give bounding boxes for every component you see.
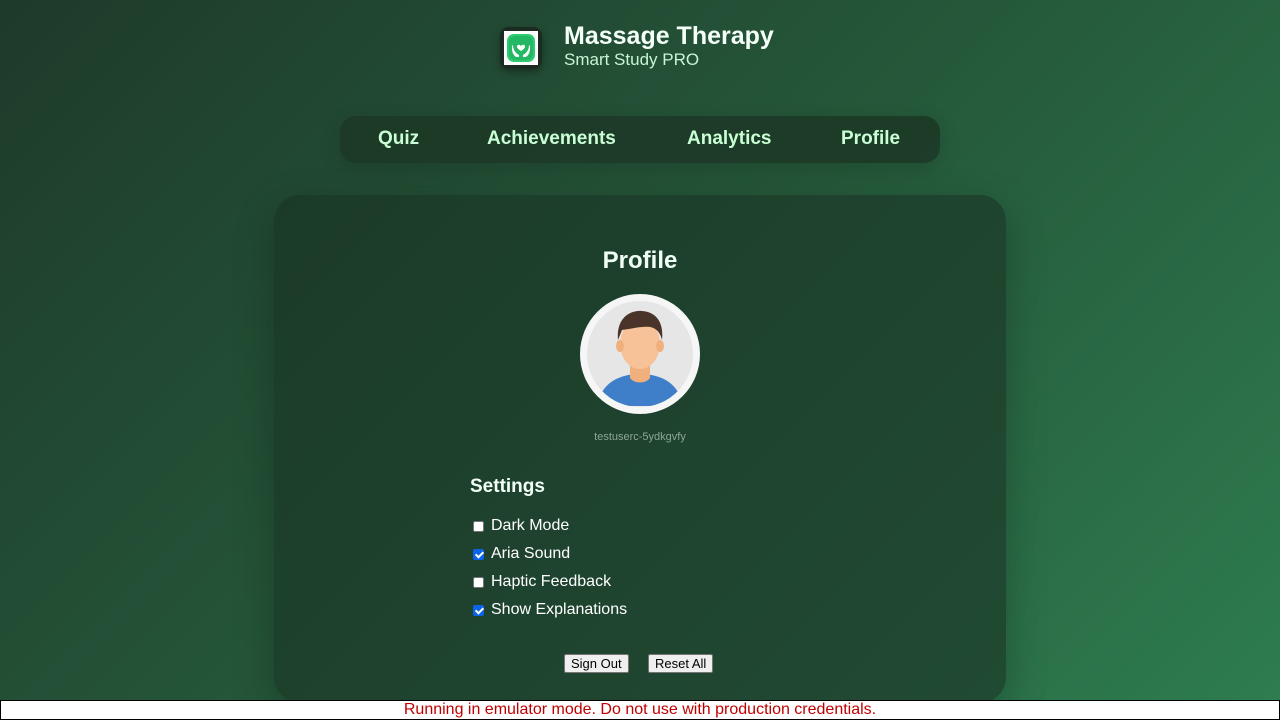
profile-title: Profile (602, 247, 678, 274)
nav-item-quiz[interactable]: Quiz (378, 128, 419, 150)
settings-heading: Settings (470, 476, 545, 497)
setting-dark-mode[interactable]: Dark Mode (473, 517, 569, 535)
app-logo (500, 27, 542, 69)
hands-heart-icon (504, 31, 538, 65)
setting-aria-sound[interactable]: Aria Sound (473, 545, 570, 563)
setting-label: Haptic Feedback (491, 573, 612, 590)
app-subtitle: Smart Study PRO (564, 50, 700, 69)
username-label: testuserc-5ydkgvfy (594, 431, 686, 443)
user-avatar-icon (580, 294, 700, 414)
nav-item-profile[interactable]: Profile (841, 128, 900, 150)
profile-card: Profile testuserc-5ydkgvfy Settings Dark… (274, 195, 1006, 703)
setting-label: Aria Sound (491, 545, 571, 562)
haptic-feedback-checkbox[interactable] (473, 576, 484, 588)
app-header: Massage Therapy Smart Study PRO (500, 22, 774, 70)
main-nav: Quiz Achievements Analytics Profile (340, 116, 940, 163)
sign-out-button[interactable]: Sign Out (564, 654, 629, 673)
show-explanations-checkbox[interactable] (473, 604, 484, 616)
setting-show-explanations[interactable]: Show Explanations (473, 601, 627, 619)
app-title: Massage Therapy (564, 22, 774, 50)
dark-mode-checkbox[interactable] (473, 520, 484, 532)
setting-label: Show Explanations (491, 601, 628, 618)
nav-item-achievements[interactable]: Achievements (487, 128, 616, 150)
setting-label: Dark Mode (491, 517, 570, 534)
setting-haptic-feedback[interactable]: Haptic Feedback (473, 573, 611, 591)
reset-all-button[interactable]: Reset All (648, 654, 714, 673)
nav-item-analytics[interactable]: Analytics (687, 128, 771, 150)
emulator-warning-banner: Running in emulator mode. Do not use wit… (0, 700, 1280, 720)
aria-sound-checkbox[interactable] (473, 548, 484, 560)
